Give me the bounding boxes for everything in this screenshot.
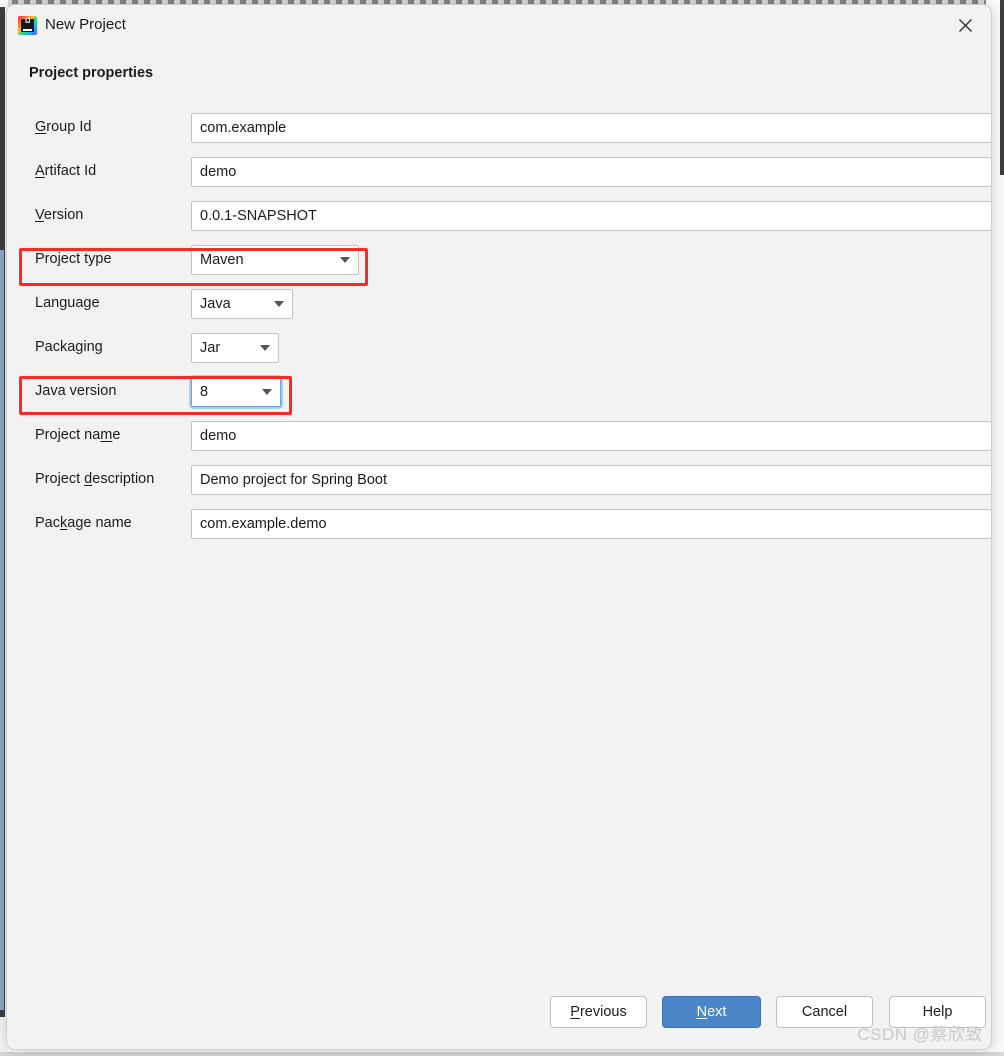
chevron-down-icon [266,301,292,307]
project-type-selected-value: Maven [200,252,244,268]
language-selected-value: Java [200,296,231,312]
project-properties-form: Group Id Artifact Id Version Project type Ma… [7,113,991,553]
java-version-label: Java version [35,383,117,399]
java-version-selected-value: 8 [200,384,209,400]
language-dropdown[interactable]: Java [191,289,293,319]
project-name-label: Project name [35,427,121,443]
group-id-label: Group Id [35,119,92,135]
form-row-artifact-id: Artifact Id [7,157,991,201]
chevron-down-icon [252,345,278,351]
version-label: Version [35,207,84,223]
cancel-button-label: Cancel [801,1004,848,1020]
previous-button-label: Previous [570,1004,627,1020]
new-project-dialog: New Project Project properties Group Id A… [6,4,992,1050]
java-version-dropdown[interactable]: 8 [191,377,281,407]
dialog-footer: Previous Next Cancel Help [7,987,991,1049]
dialog-title: New Project [45,16,126,33]
packaging-label: Packaging [35,339,103,355]
form-row-package-name: Package name [7,509,991,553]
form-row-project-type: Project type Maven [7,245,991,289]
chevron-down-icon [254,389,280,395]
package-name-label: Package name [35,515,132,531]
form-row-version: Version [7,201,991,245]
project-type-dropdown[interactable]: Maven [191,245,359,275]
form-row-project-description: Project description [7,465,991,509]
form-row-group-id: Group Id [7,113,991,157]
project-type-label: Project type [35,251,112,267]
next-button-label: Next [696,1004,727,1020]
page-title: Project properties [29,65,154,81]
next-button[interactable]: Next [662,996,761,1028]
artifact-id-label: Artifact Id [35,163,97,179]
form-row-packaging: Packaging Jar [7,333,991,377]
project-description-label: Project description [35,471,155,487]
previous-button[interactable]: Previous [550,996,647,1028]
chevron-down-icon [332,257,358,263]
project-description-input[interactable] [191,465,991,495]
package-name-input[interactable] [191,509,991,539]
form-row-java-version: Java version 8 [7,377,991,421]
packaging-dropdown[interactable]: Jar [191,333,279,363]
project-name-input[interactable] [191,421,991,451]
help-button-label: Help [922,1004,953,1020]
intellij-idea-icon [18,16,37,35]
help-button[interactable]: Help [889,996,986,1028]
form-row-language: Language Java [7,289,991,333]
background-right-dark-edge [1000,0,1004,175]
background-left-blue-edge [0,250,4,1010]
dialog-titlebar: New Project [7,5,991,45]
background-bottom-strip [0,1052,1004,1056]
cancel-button[interactable]: Cancel [776,996,873,1028]
version-input[interactable] [191,201,991,231]
packaging-selected-value: Jar [200,340,221,356]
language-label: Language [35,295,100,311]
form-row-project-name: Project name [7,421,991,465]
group-id-input[interactable] [191,113,991,143]
artifact-id-input[interactable] [191,157,991,187]
close-icon[interactable] [945,9,985,41]
